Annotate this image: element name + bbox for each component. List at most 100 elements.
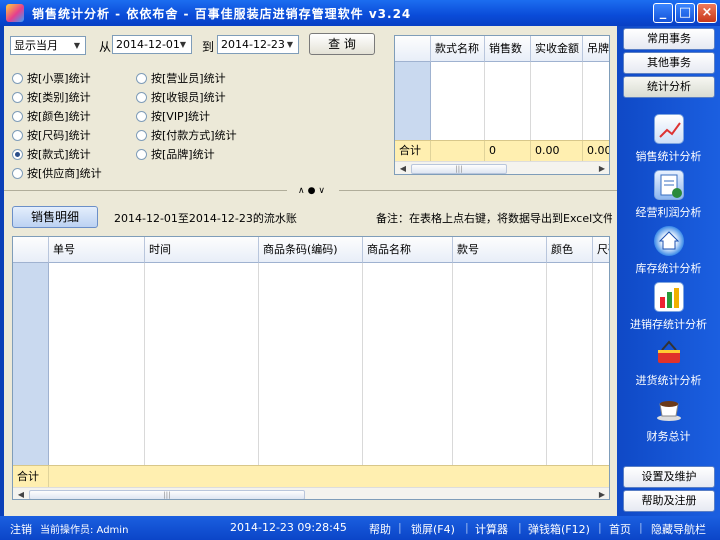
col-header-product-name[interactable]: 商品名称 — [363, 237, 453, 263]
radio-dot[interactable] — [12, 91, 23, 103]
col-header-received-amount[interactable]: 实收金额 — [531, 36, 583, 62]
grid-divider — [362, 263, 363, 465]
total-label: 合计 — [13, 466, 49, 487]
total-sales-qty: 0 — [485, 141, 531, 161]
summary-grid[interactable]: 款式名称 销售数 实收金额 吊牌 合计 0 0.00 0.00 ◀ ||| ▶ — [394, 35, 610, 175]
help-registration-button[interactable]: 帮助及注册 — [623, 490, 715, 512]
scroll-thumb[interactable]: ||| — [29, 490, 305, 499]
export-note: 备注：在表格上点右键，将数据导出到Excel文件。 — [376, 212, 612, 225]
stat-analysis-button[interactable]: 统计分析 — [623, 76, 715, 98]
sales-detail-tab[interactable]: 销售明细 — [12, 206, 98, 228]
scroll-thumb[interactable]: ||| — [411, 164, 507, 174]
radio-stat-by-cashier[interactable]: 按[收银员]统计 — [136, 89, 226, 105]
nav-purchase-analysis[interactable]: 进货统计分析 — [617, 338, 720, 388]
col-header-style-name[interactable]: 款式名称 — [431, 36, 485, 62]
col-header-color[interactable]: 颜色 — [547, 237, 593, 263]
grid-corner — [395, 36, 431, 62]
hide-nav-link[interactable]: 隐藏导航栏 — [651, 521, 706, 537]
common-tasks-button[interactable]: 常用事务 — [623, 28, 715, 50]
radio-label: 按[收银员]统计 — [151, 91, 226, 104]
radio-stat-by-payment-method[interactable]: 按[付款方式]统计 — [136, 127, 237, 143]
radio-dot[interactable] — [12, 148, 23, 160]
splitter-controls[interactable]: ∧●∨ — [287, 185, 339, 197]
nav-sales-analysis[interactable]: 销售统计分析 — [617, 114, 720, 164]
to-date-picker[interactable]: 2014-12-23 ▼ — [217, 35, 299, 54]
radio-dot[interactable] — [136, 91, 147, 103]
help-link[interactable]: 帮助 — [369, 521, 391, 537]
radio-label: 按[款式]统计 — [27, 148, 91, 161]
scroll-left-icon[interactable]: ◀ — [15, 489, 27, 499]
summary-horizontal-scrollbar[interactable]: ◀ ||| ▶ — [395, 161, 609, 174]
chevron-down-icon: ▼ — [179, 40, 187, 49]
divider: | — [398, 521, 402, 534]
grid-divider — [546, 263, 547, 465]
radio-stat-by-receipt[interactable]: 按[小票]统计 — [12, 70, 91, 86]
query-button[interactable]: 查 询 — [309, 33, 375, 55]
panel-splitter[interactable]: ∧●∨ — [4, 185, 617, 197]
radio-dot[interactable] — [12, 110, 23, 122]
radio-label: 按[类别]统计 — [27, 91, 91, 104]
radio-dot[interactable] — [12, 72, 23, 84]
radio-stat-by-color[interactable]: 按[颜色]统计 — [12, 108, 91, 124]
detail-range-text: 2014-12-01至2014-12-23的流水账 — [114, 212, 297, 225]
calculator-link[interactable]: 计算器 — [475, 521, 508, 537]
radio-stat-by-vip[interactable]: 按[VIP]统计 — [136, 108, 210, 124]
nav-finance-total[interactable]: 财务总计 — [617, 394, 720, 444]
nav-purchase-sales-stock-analysis[interactable]: 进销存统计分析 — [617, 282, 720, 332]
col-header-order-no[interactable]: 单号 — [49, 237, 145, 263]
other-tasks-button[interactable]: 其他事务 — [623, 52, 715, 74]
bar-chart-icon — [653, 282, 684, 312]
radio-stat-by-category[interactable]: 按[类别]统计 — [12, 89, 91, 105]
detail-grid[interactable]: 单号 时间 商品条码(编码) 商品名称 款号 颜色 尺码 合计 ◀ ||| ▶ — [12, 236, 610, 500]
col-header-barcode[interactable]: 商品条码(编码) — [259, 237, 363, 263]
coffee-cup-icon — [654, 394, 684, 424]
lock-screen-link[interactable]: 锁屏(F4) — [411, 521, 455, 537]
scroll-right-icon[interactable]: ▶ — [596, 163, 608, 174]
app-logo-icon — [6, 4, 24, 22]
grid-corner — [13, 237, 49, 263]
col-header-time[interactable]: 时间 — [145, 237, 259, 263]
cash-drawer-link[interactable]: 弹钱箱(F12) — [528, 521, 590, 537]
radio-stat-by-brand[interactable]: 按[品牌]统计 — [136, 146, 215, 162]
radio-stat-by-style[interactable]: 按[款式]统计 — [12, 146, 91, 162]
scroll-left-icon[interactable]: ◀ — [397, 163, 409, 174]
col-header-style-no[interactable]: 款号 — [453, 237, 547, 263]
radio-dot[interactable] — [136, 129, 147, 141]
from-label: 从 — [99, 40, 112, 54]
col-header-sales-qty[interactable]: 销售数 — [485, 36, 531, 62]
grid-divider — [530, 62, 531, 140]
nav-label: 库存统计分析 — [635, 262, 702, 275]
radio-label: 按[尺码]统计 — [27, 129, 91, 142]
radio-stat-by-salesperson[interactable]: 按[营业员]统计 — [136, 70, 226, 86]
radio-stat-by-size[interactable]: 按[尺码]统计 — [12, 127, 91, 143]
close-button[interactable]: × — [697, 3, 717, 23]
radio-dot[interactable] — [12, 129, 23, 141]
radio-dot[interactable] — [136, 148, 147, 160]
row-header-column — [395, 62, 431, 140]
logout-link[interactable]: 注销 — [10, 521, 32, 537]
col-header-size[interactable]: 尺码 — [593, 237, 609, 263]
from-date-picker[interactable]: 2014-12-01 ▼ — [112, 35, 192, 54]
minimize-button[interactable]: _ — [653, 3, 673, 23]
chevron-down-icon: ▼ — [286, 40, 294, 49]
grid-divider — [582, 62, 583, 140]
period-select[interactable]: 显示当月 ▼ — [10, 36, 86, 55]
nav-inventory-analysis[interactable]: 库存统计分析 — [617, 226, 720, 276]
radio-dot[interactable] — [12, 167, 23, 179]
radio-label: 按[付款方式]统计 — [151, 129, 237, 142]
to-date-value: 2014-12-23 — [221, 38, 285, 51]
settings-maintenance-button[interactable]: 设置及维护 — [623, 466, 715, 488]
maximize-button[interactable]: □ — [675, 3, 695, 23]
radio-label: 按[供应商]统计 — [27, 167, 102, 180]
warehouse-home-icon — [653, 226, 684, 256]
home-link[interactable]: 首页 — [609, 521, 631, 537]
total-label: 合计 — [395, 141, 431, 161]
col-header-tag-price[interactable]: 吊牌 — [583, 36, 609, 62]
radio-dot[interactable] — [136, 72, 147, 84]
radio-stat-by-supplier[interactable]: 按[供应商]统计 — [12, 165, 102, 181]
nav-profit-analysis[interactable]: 经营利润分析 — [617, 170, 720, 220]
radio-dot[interactable] — [136, 110, 147, 122]
scroll-right-icon[interactable]: ▶ — [596, 489, 608, 499]
total-received-amount: 0.00 — [531, 141, 583, 161]
detail-horizontal-scrollbar[interactable]: ◀ ||| ▶ — [13, 487, 609, 499]
